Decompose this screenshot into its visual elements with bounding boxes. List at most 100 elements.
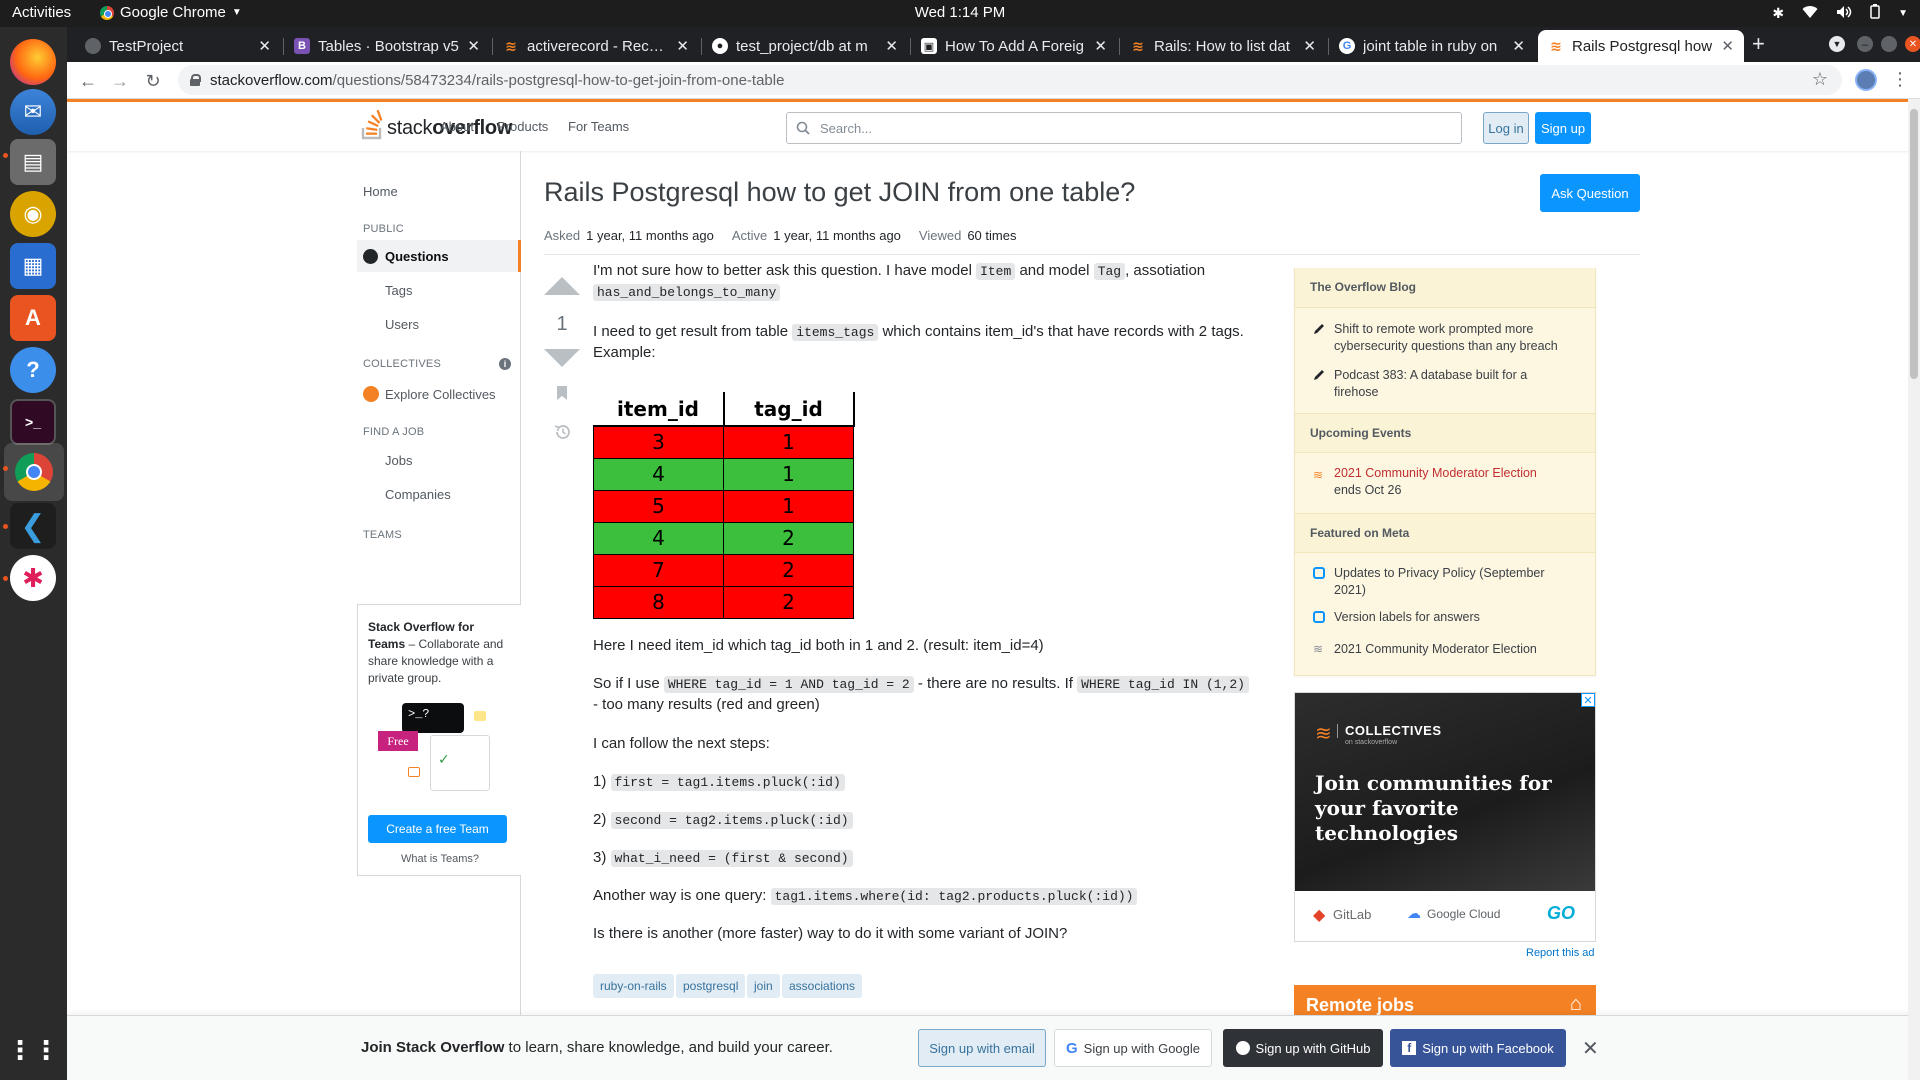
meta-link[interactable]: Updates to Privacy Policy (September 202…: [1334, 565, 1574, 599]
upvote-arrow-icon[interactable]: [544, 277, 580, 295]
slack-icon[interactable]: ✱: [10, 555, 56, 601]
report-ad-link[interactable]: Report this ad: [1526, 947, 1594, 959]
writer-icon[interactable]: ▦: [10, 243, 56, 289]
sidebar-heading-public: PUBLIC: [363, 223, 404, 235]
forward-arrow-icon[interactable]: →: [107, 68, 133, 94]
sidebar-item-companies[interactable]: Companies: [385, 487, 451, 502]
vscode-icon[interactable]: ❮: [10, 503, 56, 549]
help-icon[interactable]: ?: [10, 347, 56, 393]
close-icon[interactable]: ✕: [1094, 37, 1107, 55]
browser-tab[interactable]: G joint table in ruby on ✕: [1329, 30, 1535, 62]
signup-github-button[interactable]: Sign up with GitHub: [1223, 1029, 1383, 1067]
downvote-arrow-icon[interactable]: [544, 349, 580, 367]
scrollbar-thumb[interactable]: [1910, 109, 1918, 379]
kebab-menu-icon[interactable]: ⋮: [1891, 69, 1909, 90]
close-icon[interactable]: ✕: [885, 37, 898, 55]
collectives-ad[interactable]: ≋ COLLECTIVES on stackoverflow Join comm…: [1294, 692, 1596, 942]
browser-tab[interactable]: ≋ activerecord - Recom ✕: [493, 30, 699, 62]
active-label: Active: [731, 228, 768, 243]
browser-tab[interactable]: ≋ Rails: How to list dat ✕: [1120, 30, 1326, 62]
browser-tab[interactable]: B Tables · Bootstrap v5 ✕: [284, 30, 490, 62]
browser-tab-active[interactable]: ≋ Rails Postgresql how ✕: [1538, 30, 1744, 62]
slack-tray-icon[interactable]: ✱: [1772, 5, 1784, 22]
window-close-icon[interactable]: ✕: [1905, 36, 1920, 52]
address-bar[interactable]: stackoverflow.com/questions/58473234/rai…: [178, 65, 1842, 95]
body-paragraph: Is there is another (more faster) way to…: [593, 925, 1068, 942]
sidebar-item-tags[interactable]: Tags: [385, 283, 412, 298]
sidebar-item-home[interactable]: Home: [363, 184, 398, 199]
signup-email-button[interactable]: Sign up with email: [918, 1029, 1046, 1067]
software-center-icon[interactable]: A: [10, 295, 56, 341]
files-icon[interactable]: ▤: [10, 139, 56, 185]
maximize-icon[interactable]: [1881, 36, 1897, 52]
chrome-dock-icon[interactable]: [4, 443, 64, 501]
show-apps-icon[interactable]: ⋮⋮: [7, 1027, 59, 1073]
browser-tab[interactable]: ● test_project/db at m ✕: [702, 30, 908, 62]
browser-tab[interactable]: TestProject ✕: [75, 30, 281, 62]
banner-close-icon[interactable]: ✕: [1582, 1036, 1599, 1061]
active-value[interactable]: 1 year, 11 months ago: [773, 228, 901, 243]
table-cell: 1: [723, 425, 854, 459]
text: I need to get result from table: [593, 323, 793, 340]
sidebar-item-jobs[interactable]: Jobs: [385, 453, 412, 468]
close-icon[interactable]: ✕: [1303, 37, 1316, 55]
thunderbird-icon[interactable]: ✉: [10, 89, 56, 135]
tag-ruby-on-rails[interactable]: ruby-on-rails: [593, 974, 674, 998]
meta-link[interactable]: 2021 Community Moderator Election: [1334, 641, 1574, 658]
asked-value[interactable]: 1 year, 11 months ago: [586, 228, 714, 243]
ask-question-button[interactable]: Ask Question: [1540, 174, 1640, 212]
new-tab-button[interactable]: +: [1752, 31, 1765, 57]
minimize-icon[interactable]: –: [1857, 36, 1873, 52]
meta-link[interactable]: Version labels for answers: [1334, 609, 1574, 626]
blog-link[interactable]: Shift to remote work prompted more cyber…: [1334, 321, 1574, 355]
create-team-button[interactable]: Create a free Team: [368, 815, 507, 843]
app-menu[interactable]: Google Chrome ▼: [100, 4, 242, 21]
tag-join[interactable]: join: [747, 974, 780, 998]
search-input[interactable]: Search...: [786, 112, 1462, 144]
nav-about[interactable]: About: [440, 119, 474, 134]
page-scrollbar[interactable]: [1908, 99, 1920, 1080]
example-table-image[interactable]: item_id tag_id 31 41 51 42 72 82: [593, 392, 855, 619]
so-logo[interactable]: stackoverflow: [361, 110, 512, 140]
sidebar-item-questions[interactable]: Questions: [385, 249, 449, 264]
sidebar-item-explore-collectives[interactable]: Explore Collectives: [385, 387, 496, 402]
login-button[interactable]: Log in: [1483, 112, 1529, 144]
system-tray[interactable]: ✱ ▼: [1772, 4, 1908, 22]
inline-code: WHERE tag_id = 1 AND tag_id = 2: [663, 676, 914, 693]
clock[interactable]: Wed 1:14 PM: [0, 4, 1920, 21]
close-icon[interactable]: ✕: [676, 37, 689, 55]
history-icon[interactable]: [554, 423, 572, 441]
chevron-down-icon: ▼: [1898, 7, 1908, 19]
url-path: /questions/58473234/rails-postgresql-how…: [332, 71, 785, 89]
sidebar-item-users[interactable]: Users: [385, 317, 419, 332]
nav-products[interactable]: Products: [497, 119, 548, 134]
close-icon[interactable]: ✕: [1721, 37, 1734, 55]
page-title[interactable]: Rails Postgresql how to get JOIN from on…: [544, 177, 1135, 208]
tag-postgresql[interactable]: postgresql: [676, 974, 746, 998]
firefox-icon[interactable]: [10, 39, 56, 85]
activities-button[interactable]: Activities: [12, 4, 71, 21]
rhythmbox-icon[interactable]: ◉: [10, 191, 56, 237]
close-icon[interactable]: ✕: [1512, 37, 1525, 55]
event-link[interactable]: 2021 Community Moderator Election: [1334, 465, 1574, 482]
close-icon[interactable]: ✕: [258, 37, 271, 55]
blog-link[interactable]: Podcast 383: A database built for a fire…: [1334, 367, 1574, 401]
tab-search-icon[interactable]: ▼: [1829, 36, 1845, 52]
bookmark-star-icon[interactable]: ☆: [1812, 69, 1828, 90]
question-main: Rails Postgresql how to get JOIN from on…: [521, 151, 1920, 1080]
signup-button[interactable]: Sign up: [1535, 112, 1591, 144]
back-arrow-icon[interactable]: ←: [75, 68, 101, 94]
close-icon[interactable]: ✕: [467, 37, 480, 55]
what-is-teams-link[interactable]: What is Teams?: [358, 853, 522, 865]
ad-close-icon[interactable]: ✕: [1581, 693, 1595, 707]
browser-tab[interactable]: ▣ How To Add A Foreig ✕: [911, 30, 1117, 62]
signup-facebook-button[interactable]: f Sign up with Facebook: [1390, 1029, 1566, 1067]
info-icon[interactable]: i: [499, 358, 511, 370]
tag-associations[interactable]: associations: [782, 974, 863, 998]
nav-for-teams[interactable]: For Teams: [568, 119, 629, 134]
bookmark-icon[interactable]: [555, 385, 569, 401]
reload-icon[interactable]: ↻: [140, 68, 166, 94]
signup-google-button[interactable]: G Sign up with Google: [1054, 1029, 1212, 1067]
profile-avatar[interactable]: [1855, 69, 1877, 91]
terminal-icon[interactable]: >_: [10, 399, 56, 445]
